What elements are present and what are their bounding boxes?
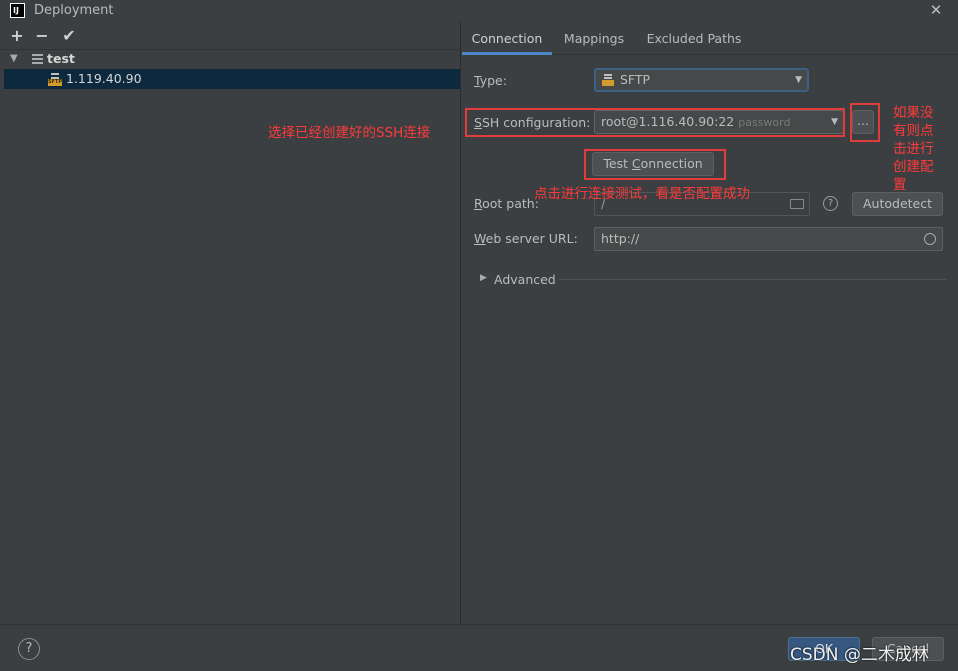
autodetect-button[interactable]: Autodetect — [852, 192, 943, 216]
intellij-logo-icon: IJ — [10, 3, 25, 18]
chevron-down-icon: ▼ — [795, 75, 802, 85]
tree-item-label: test — [47, 51, 75, 66]
tab-mappings[interactable]: Mappings — [556, 22, 632, 55]
help-icon[interactable]: ? — [823, 196, 838, 211]
help-button[interactable]: ? — [18, 638, 40, 660]
settings-tabs: Connection Mappings Excluded Paths — [462, 22, 958, 55]
tree-item-test[interactable]: ▼ test — [4, 49, 460, 69]
chevron-down-icon[interactable]: ▼ — [10, 49, 18, 69]
annotation-select-ssh: 选择已经创建好的SSH连接 — [268, 125, 431, 141]
title-bar: IJ Deployment ✕ — [0, 0, 958, 22]
close-icon[interactable]: ✕ — [927, 1, 945, 19]
add-server-button[interactable]: + — [7, 26, 27, 46]
type-value: SFTP — [620, 72, 651, 87]
csdn-watermark: CSDN @二木成林 — [790, 645, 929, 665]
tree-item-label: 1.119.40.90 — [66, 71, 142, 86]
advanced-section-toggle[interactable]: Advanced — [494, 272, 556, 287]
server-list-panel: + − ✔ ▼ test SFTP 1.119.40.90 — [0, 22, 461, 624]
remove-server-button[interactable]: − — [32, 26, 52, 46]
tab-excluded-paths[interactable]: Excluded Paths — [642, 22, 746, 55]
globe-icon[interactable] — [924, 233, 936, 245]
advanced-divider — [558, 279, 946, 280]
annotation-box-browse — [850, 103, 880, 142]
annotation-box-test — [584, 149, 726, 180]
web-server-url-input[interactable]: http:// — [594, 227, 943, 251]
folder-icon[interactable] — [790, 199, 804, 209]
apply-default-button[interactable]: ✔ — [59, 26, 79, 46]
annotation-create-config: 如果没 有则点 击进行 创建配 置 — [893, 105, 934, 193]
sftp-server-icon: SFTP — [48, 73, 62, 86]
root-path-label: Root path: — [474, 196, 539, 211]
web-server-url-label: Web server URL: — [474, 231, 578, 246]
annotation-box-ssh — [465, 108, 845, 137]
window-title: Deployment — [34, 3, 114, 18]
chevron-right-icon[interactable]: ▶ — [480, 273, 487, 283]
tab-connection[interactable]: Connection — [462, 22, 552, 55]
type-select[interactable]: SFTP ▼ — [594, 68, 809, 92]
sftp-icon — [602, 74, 614, 86]
server-group-icon — [32, 54, 43, 64]
tree-item-server[interactable]: SFTP 1.119.40.90 — [4, 69, 460, 89]
dialog-footer: ? OK Cancel CSDN @二木成林 — [0, 624, 958, 671]
annotation-test-hint: 点击进行连接测试，看是否配置成功 — [534, 186, 750, 202]
type-label: Type: — [474, 73, 507, 88]
